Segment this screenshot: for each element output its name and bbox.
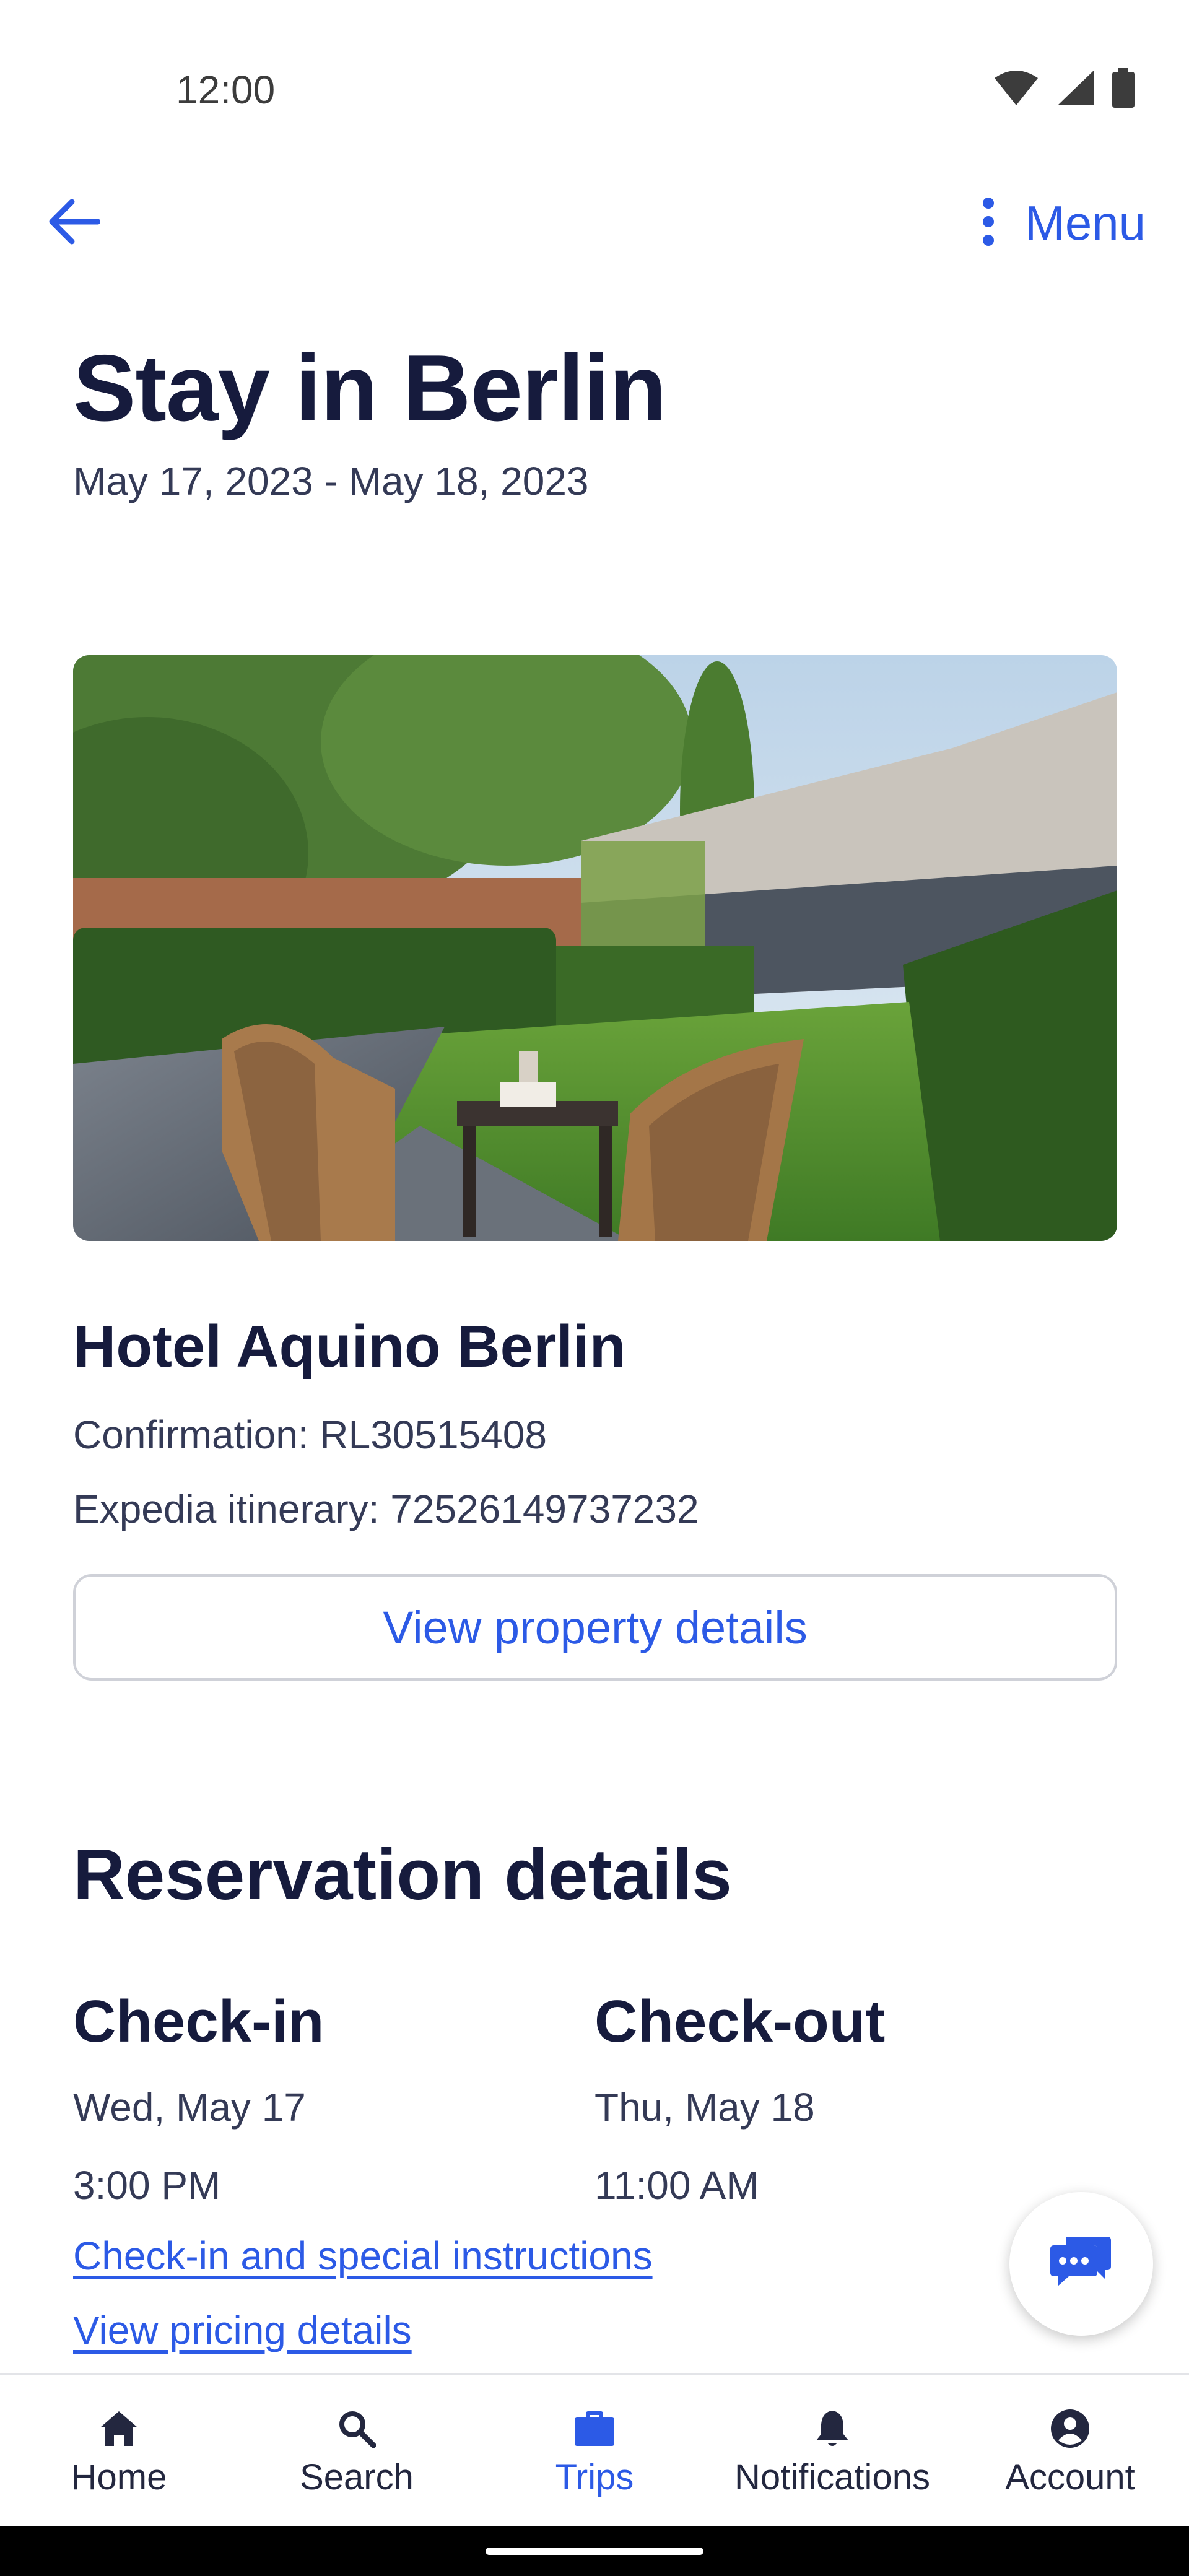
check-out-column: Check-out Thu, May 18 11:00 AM [594,1988,1078,2223]
hotel-name: Hotel Aquino Berlin [73,1313,626,1380]
nav-item-home[interactable]: Home [0,2375,238,2526]
nav-label-search: Search [300,2457,414,2497]
nav-label-trips: Trips [555,2457,634,2497]
briefcase-icon [573,2407,616,2450]
more-vertical-icon [982,197,995,250]
home-gesture-handle[interactable] [486,2548,703,2555]
view-pricing-details-link[interactable]: View pricing details [73,2307,412,2353]
check-in-heading: Check-in [73,1988,324,2055]
wifi-icon [993,69,1039,110]
back-button[interactable] [37,189,111,256]
system-navigation-bar [0,2526,1189,2576]
app-bar: Menu [0,186,1189,260]
nav-label-account: Account [1005,2457,1135,2497]
chat-button[interactable] [1009,2192,1153,2336]
nav-label-home: Home [71,2457,167,2497]
nav-item-account[interactable]: Account [951,2375,1189,2526]
check-out-heading: Check-out [594,1988,886,2055]
menu-label: Menu [1024,195,1146,250]
confirmation-number: Confirmation: RL30515408 [73,1412,547,1457]
nav-item-trips[interactable]: Trips [476,2375,713,2526]
search-icon [335,2407,378,2450]
status-bar: 12:00 [0,0,1189,186]
check-in-instructions-link[interactable]: Check-in and special instructions [73,2233,653,2279]
check-in-date: Wed, May 17 [73,2085,306,2130]
cellular-signal-icon [1056,69,1095,110]
arrow-left-icon [48,198,101,248]
home-icon [97,2407,141,2450]
page-title: Stay in Berlin [73,336,666,441]
check-in-time: 3:00 PM [73,2163,221,2208]
status-icons [993,67,1135,111]
view-property-details-button[interactable]: View property details [73,1574,1117,1681]
menu-button[interactable]: Menu [982,189,1146,256]
bottom-navigation: Home Search Trips Notifications Account [0,2373,1189,2526]
battery-icon [1112,67,1135,111]
nav-item-search[interactable]: Search [238,2375,476,2526]
nav-item-notifications[interactable]: Notifications [713,2375,951,2526]
check-in-column: Check-in Wed, May 17 3:00 PM [73,1988,556,2223]
itinerary-number: Expedia itinerary: 72526149737232 [73,1487,699,1531]
hotel-photo [73,655,1117,1241]
trip-dates: May 17, 2023 - May 18, 2023 [73,459,589,503]
bell-icon [811,2407,854,2450]
check-out-date: Thu, May 18 [594,2085,815,2130]
chat-icon [1050,2234,1112,2294]
nav-label-notifications: Notifications [734,2457,930,2497]
account-icon [1048,2407,1092,2450]
check-out-time: 11:00 AM [594,2163,759,2208]
status-time: 12:00 [176,67,276,112]
reservation-details-title: Reservation details [73,1834,732,1915]
